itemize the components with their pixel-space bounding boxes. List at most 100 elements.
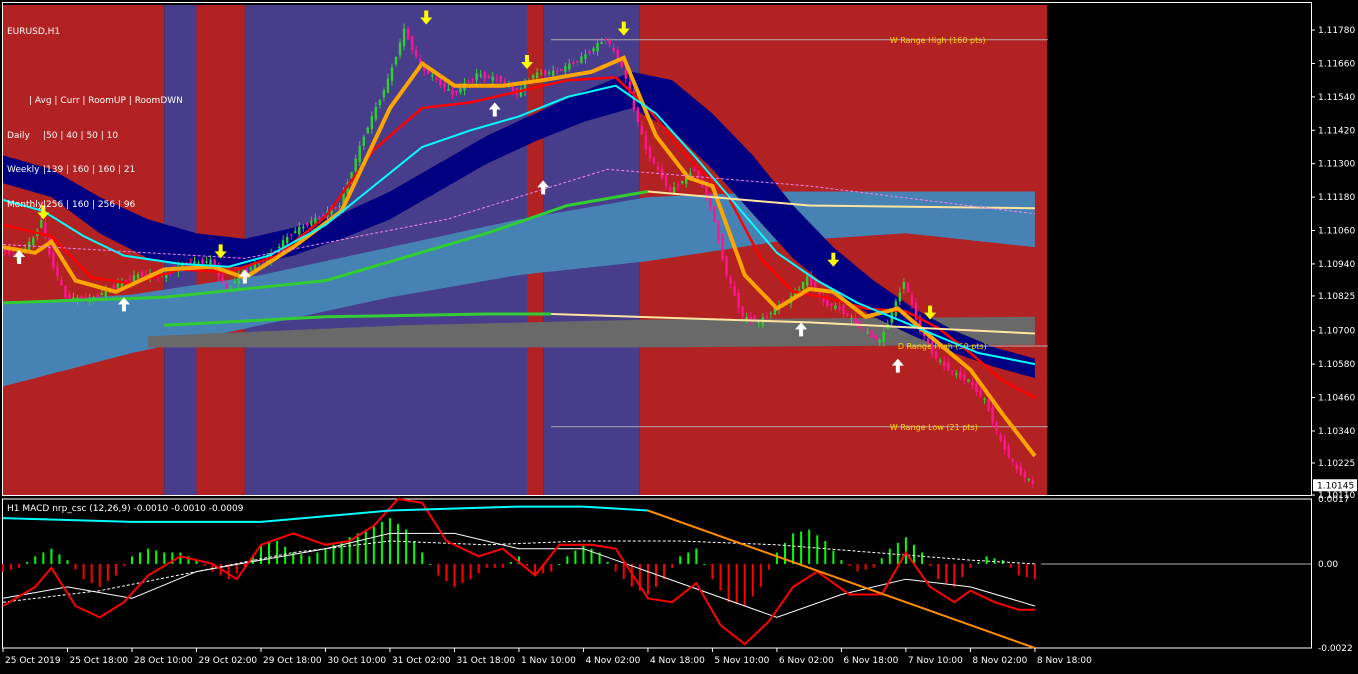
macd-hist-bar — [1025, 563, 1028, 578]
w-range-high-label: W Range High (160 pts) — [890, 36, 986, 45]
symbol-title: EURUSD,H1 — [7, 27, 61, 37]
macd-hist-bar — [711, 563, 714, 580]
macd-hist-bar — [268, 542, 271, 564]
candle-body — [11, 253, 15, 255]
candle-body — [596, 43, 599, 52]
macd-hist-bar — [550, 563, 553, 572]
macd-hist-bar — [953, 563, 956, 587]
macd-hist-bar — [904, 537, 907, 564]
candle-body — [842, 305, 845, 314]
candle-body — [576, 60, 579, 62]
macd-hist-bar — [308, 556, 311, 564]
macd-hist-bar — [921, 552, 924, 564]
y-tick-label: 1.11180 — [1318, 193, 1355, 203]
y-tick-label: 1.10580 — [1318, 360, 1355, 370]
macd-hist-bar — [1009, 563, 1012, 568]
candle-body — [874, 335, 877, 340]
candle-body — [938, 360, 942, 362]
candle-body — [547, 72, 551, 74]
candle-body — [624, 69, 627, 79]
y-tick-label: 1.10340 — [1318, 427, 1355, 437]
macd-hist-bar — [646, 563, 649, 595]
x-tick-label: 30 Oct 10:00 — [327, 656, 386, 666]
candle-body — [487, 75, 490, 78]
candle-body — [366, 127, 369, 134]
candle-body — [96, 294, 99, 298]
candle-body — [765, 316, 769, 318]
candle-body — [1015, 464, 1018, 470]
w-range-low-label: W Range Low (21 pts) — [890, 423, 978, 432]
macd-hist-bar — [1033, 563, 1036, 580]
macd-hist-bar — [437, 563, 440, 576]
candle-body — [398, 42, 402, 56]
macd-hist-bar — [912, 544, 915, 564]
macd-hist-bar — [58, 554, 61, 564]
macd-hist-bar — [477, 563, 480, 574]
candle-body — [741, 306, 744, 317]
candle-body — [672, 186, 676, 194]
candle-body — [902, 282, 906, 289]
macd-hist-bar — [888, 548, 891, 564]
candle-body — [431, 75, 434, 77]
info-panel: EURUSD,H1 | Avg | Curr | RoomUP | RoomDW… — [7, 4, 183, 234]
macd-hist-bar — [582, 544, 585, 564]
macd-hist-bar — [66, 560, 69, 564]
macd-hist-bar — [364, 529, 367, 564]
candle-body — [479, 74, 482, 77]
candle-body — [705, 185, 708, 198]
info-header: | Avg | Curr | RoomUP | RoomDWN — [29, 96, 183, 106]
macd-hist-bar — [324, 548, 327, 564]
y-tick-label: 1.11300 — [1318, 160, 1355, 170]
x-tick-label: 8 Nov 18:00 — [1037, 656, 1092, 666]
candle-body — [612, 48, 615, 52]
candle-body — [503, 81, 507, 84]
candle-body — [483, 72, 486, 79]
candle-body — [338, 205, 341, 207]
candle-body — [584, 54, 587, 59]
chart-window[interactable]: W Range High (160 pts) D Range High (50 p… — [0, 0, 1358, 670]
macd-hist-bar — [614, 563, 617, 572]
macd-hist-bar — [775, 552, 778, 564]
candle-body — [322, 214, 325, 216]
macd-hist-bar — [751, 563, 754, 597]
x-tick-label: 28 Oct 10:00 — [134, 656, 193, 666]
macd-hist-bar — [82, 563, 85, 580]
macd-hist-bar — [421, 552, 424, 564]
candle-body — [592, 48, 595, 52]
chart-canvas[interactable]: W Range High (160 pts)D Range High (50 p… — [0, 0, 1358, 670]
macd-hist-bar — [445, 563, 448, 582]
macd-hist-bar — [856, 563, 859, 572]
candle-body — [947, 362, 950, 371]
x-tick-label: 31 Oct 18:00 — [456, 656, 515, 666]
macd-hist-bar — [800, 531, 803, 564]
candle-body — [294, 231, 297, 233]
macd-hist-bar — [848, 563, 851, 566]
candle-body — [128, 278, 132, 280]
candle-body — [668, 187, 672, 191]
candle-body — [290, 234, 293, 236]
candle-body — [406, 28, 410, 40]
candle-body — [112, 285, 116, 288]
candle-body — [3, 250, 7, 252]
macd-hist-bar — [130, 556, 133, 564]
candle-body — [552, 70, 555, 76]
candle-body — [959, 372, 962, 378]
macd-hist-bar — [413, 541, 416, 564]
macd-hist-bar — [961, 563, 964, 578]
macd-hist-bar — [727, 563, 730, 603]
candle-body — [733, 286, 736, 296]
candle-body — [1023, 472, 1027, 478]
macd-hist-bar — [429, 563, 432, 565]
macd-hist-bar — [945, 563, 948, 584]
candle-body — [934, 351, 938, 359]
macd-hist-bar — [501, 563, 504, 568]
macd-hist-bar — [122, 563, 125, 566]
macd-hist-bar — [606, 562, 609, 564]
candle-body — [455, 90, 458, 93]
candle-body — [652, 157, 656, 164]
candle-body — [285, 236, 289, 243]
candle-body — [209, 259, 212, 265]
candle-body — [435, 77, 438, 80]
macd-hist-bar — [719, 563, 722, 591]
candle-body — [572, 62, 575, 64]
